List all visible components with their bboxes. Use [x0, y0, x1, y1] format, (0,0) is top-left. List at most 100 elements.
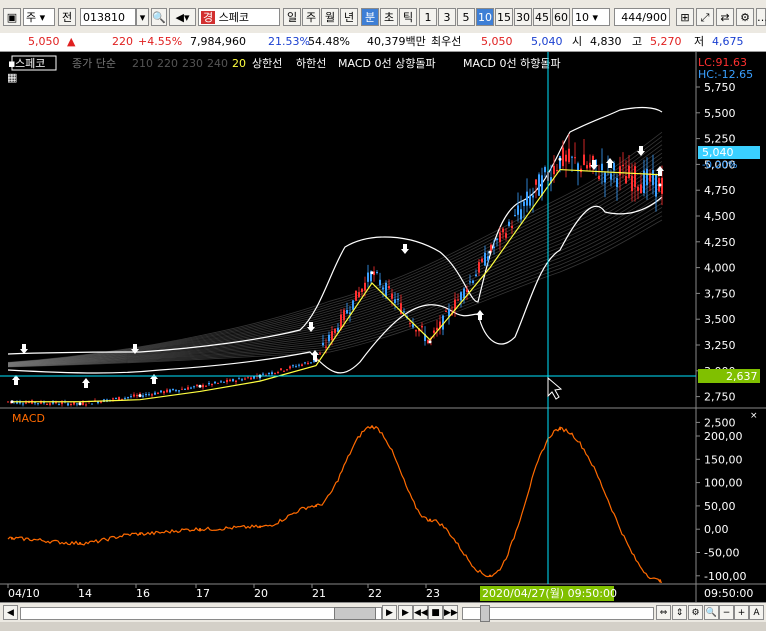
legend-ma-210: 210 — [132, 57, 153, 70]
hc-label: HC:-12.65 — [698, 68, 753, 81]
candle-body — [142, 395, 144, 397]
horizontal-scrollbar[interactable] — [20, 607, 382, 620]
compare-icon[interactable]: ⇄ — [716, 8, 734, 26]
candle-body — [169, 389, 171, 393]
change-value: 220 — [112, 35, 133, 48]
panel-close-icon[interactable]: × — [750, 411, 758, 421]
time-tick-label: 21 — [312, 587, 326, 600]
period-4[interactable]: 분 — [361, 8, 379, 26]
macd-point — [10, 537, 14, 540]
candle-body — [340, 314, 342, 329]
candle-body — [460, 292, 462, 301]
candle-body — [625, 176, 627, 184]
stock-chart[interactable]: ▪ 스페코 종가 단순 210 220 230 240 20 상한선 하한선 M… — [0, 52, 766, 602]
name-field[interactable]: 경 스페코 — [198, 8, 280, 26]
open-price: 4,830 — [590, 35, 622, 48]
rewind-icon[interactable]: ◀◀ — [413, 605, 428, 620]
speaker-icon[interactable]: ◀▾ — [169, 8, 196, 26]
candle-body — [391, 293, 393, 299]
name-badge: 경 — [201, 11, 216, 24]
candle-body — [154, 392, 156, 395]
scroll-right-icon[interactable]: ▶ — [382, 605, 397, 620]
candle-body — [322, 342, 324, 346]
candle-body — [292, 365, 294, 367]
candle-body — [190, 387, 192, 389]
candle-body — [235, 380, 237, 382]
more-icon[interactable]: … — [756, 8, 766, 26]
zoom-icon[interactable]: ⤢ — [696, 8, 714, 26]
price-tick-label: 2,750 — [704, 391, 736, 404]
minute-5[interactable]: 5 — [457, 8, 475, 26]
candle-body — [271, 372, 273, 375]
gear-icon[interactable]: ⚙ — [736, 8, 754, 26]
candle-body — [421, 325, 423, 328]
chart-type-icon[interactable]: ▣ — [3, 8, 21, 26]
candle-body — [364, 282, 366, 291]
scroll-left-icon[interactable]: ◀ — [3, 605, 18, 620]
candle-body — [622, 165, 624, 167]
close-point — [658, 183, 662, 187]
candle-body — [127, 397, 129, 399]
candle-body — [409, 322, 411, 324]
candle-body — [328, 334, 330, 342]
minute-15[interactable]: 15 — [495, 8, 513, 26]
minute-30[interactable]: 30 — [514, 8, 532, 26]
candle-body — [115, 397, 117, 399]
candle-body — [526, 191, 528, 206]
ref-button[interactable]: 전 — [58, 8, 76, 26]
chart-scroll-icon[interactable]: ⇕ — [672, 605, 687, 620]
stop-icon[interactable]: ■ — [428, 605, 443, 620]
legend-macd-up: MACD 0선 상향돌파 — [338, 57, 436, 70]
interval-value: 10 — [575, 11, 589, 24]
code-input[interactable]: 013810 — [80, 8, 136, 26]
market-select[interactable]: 주 ▾ — [23, 8, 55, 26]
candle-body — [553, 166, 555, 175]
period-5[interactable]: 초 — [380, 8, 398, 26]
minute-10[interactable]: 10 — [476, 8, 494, 26]
period-1[interactable]: 주 — [302, 8, 320, 26]
period-3[interactable]: 년 — [340, 8, 358, 26]
period-6[interactable]: 틱 — [399, 8, 417, 26]
candle-body — [202, 384, 204, 388]
high-label: 고 — [632, 35, 643, 48]
period-0[interactable]: 일 — [283, 8, 301, 26]
close-point — [428, 340, 432, 344]
minute-45[interactable]: 45 — [533, 8, 551, 26]
auto-scale-icon[interactable]: A — [749, 605, 764, 620]
chart-background — [0, 52, 766, 602]
count-value: 444 — [621, 11, 643, 24]
period-2[interactable]: 월 — [321, 8, 339, 26]
zoom-range-icon[interactable]: ⇔ — [656, 605, 671, 620]
scrollbar-thumb[interactable] — [334, 607, 376, 620]
play-icon[interactable]: ▶ — [398, 605, 413, 620]
zoom-slider-thumb[interactable] — [480, 605, 490, 622]
count-field[interactable]: 444/900 — [614, 8, 670, 26]
candle-body — [433, 330, 435, 333]
search-small-icon[interactable]: 🔍 — [704, 605, 719, 620]
candle-body — [556, 170, 558, 172]
minute-3[interactable]: 3 — [438, 8, 456, 26]
zoom-in-icon[interactable]: + — [734, 605, 749, 620]
settings-small-icon[interactable]: ⚙ — [688, 605, 703, 620]
fast-forward-icon[interactable]: ▶▶ — [443, 605, 458, 620]
interval-select[interactable]: 10 ▾ — [572, 8, 610, 26]
candle-body — [496, 238, 498, 241]
macd-tick-label: 0,00 — [704, 523, 729, 536]
grid-icon[interactable]: ⊞ — [676, 8, 694, 26]
close-point — [78, 402, 82, 406]
grid-toggle-icon[interactable]: ▦ — [7, 71, 17, 84]
code-dropdown-icon[interactable]: ▾ — [136, 8, 149, 26]
count-total: /900 — [642, 11, 667, 24]
zoom-out-icon[interactable]: − — [719, 605, 734, 620]
time-tick-label: 14 — [78, 587, 92, 600]
legend-upper: 상한선 — [252, 57, 282, 70]
macd-tick-label: -100,00 — [704, 570, 746, 583]
candle-body — [295, 366, 297, 368]
search-icon[interactable]: 🔍 — [151, 8, 167, 26]
zoom-slider[interactable] — [462, 607, 654, 620]
candle-body — [343, 310, 345, 321]
open-label: 시 — [572, 35, 583, 48]
minute-60[interactable]: 60 — [552, 8, 570, 26]
minute-1[interactable]: 1 — [419, 8, 437, 26]
candle-body — [238, 378, 240, 380]
